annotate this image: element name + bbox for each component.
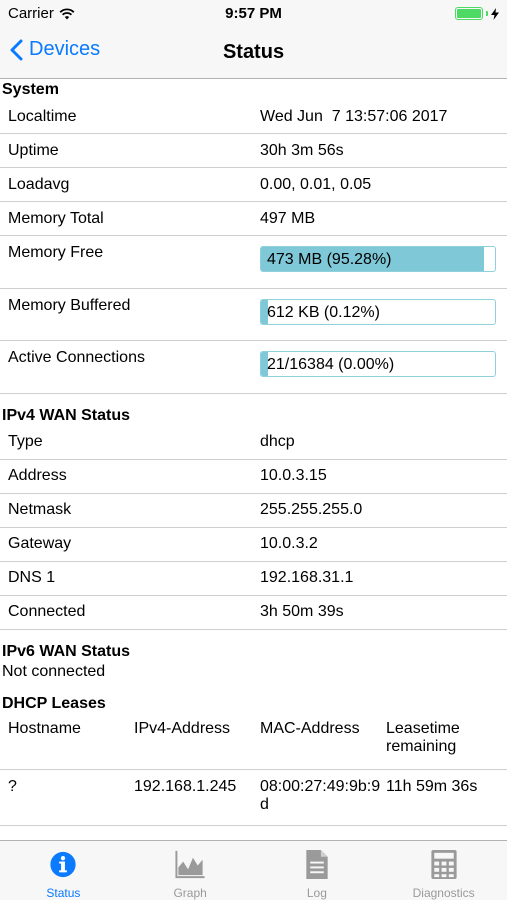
tab-bar: Status Graph Log Diagnostics [0, 840, 507, 900]
ipv4-row: Connected 3h 50m 39s [0, 596, 507, 630]
row-value: 10.0.3.2 [260, 535, 318, 552]
system-row: Loadavg 0.00, 0.01, 0.05 [0, 168, 507, 202]
tab-label: Log [306, 886, 327, 900]
calculator-icon [431, 849, 457, 880]
active-connections-progress: 21/16384 (0.00%) [260, 351, 496, 377]
row-key: Memory Buffered [8, 296, 131, 314]
cell-ipv4: 192.168.1.245 [134, 777, 237, 795]
ipv4-row: Gateway 10.0.3.2 [0, 528, 507, 562]
progress-label: 473 MB (95.28%) [267, 251, 392, 268]
ipv4-row: Netmask 255.255.255.0 [0, 494, 507, 528]
row-key: Memory Total [8, 209, 104, 227]
navigation-bar: Devices Status [0, 28, 507, 79]
row-value: 497 MB [260, 209, 316, 227]
tab-label: Diagnostics [412, 886, 475, 900]
row-key: Address [8, 467, 67, 484]
tab-graph[interactable]: Graph [127, 841, 254, 900]
column-header-mac: MAC-Address [260, 719, 360, 737]
tab-log[interactable]: Log [254, 841, 381, 900]
clock: 9:57 PM [225, 5, 282, 22]
row-value: 3h 50m 39s [260, 603, 344, 620]
memory-free-progress: 473 MB (95.28%) [260, 246, 496, 272]
system-bar-row: Memory Free 473 MB (95.28%) [0, 236, 507, 289]
row-value: 192.168.31.1 [260, 569, 354, 586]
row-value: 10.0.3.15 [260, 467, 327, 484]
status-bar: Carrier 9:57 PM [0, 0, 507, 28]
document-icon [306, 849, 328, 880]
tab-label: Status [46, 886, 81, 900]
system-row: Uptime 30h 3m 56s [0, 134, 507, 168]
row-key: Netmask [8, 501, 72, 518]
dhcp-section-title: DHCP Leases [2, 694, 106, 712]
ipv6-section-title: IPv6 WAN Status [2, 642, 131, 660]
row-key: DNS 1 [8, 569, 56, 586]
row-key: Memory Free [8, 244, 104, 261]
ipv4-row: DNS 1 192.168.31.1 [0, 562, 507, 596]
row-value: 30h 3m 56s [260, 141, 344, 159]
progress-label: 612 KB (0.12%) [267, 303, 380, 321]
ipv6-status: Not connected [2, 662, 106, 680]
ipv4-row: Address 10.0.3.15 [0, 460, 507, 494]
graph-icon [175, 850, 205, 879]
column-header-hostname: Hostname [8, 719, 81, 737]
row-key: Uptime [8, 141, 59, 159]
page-title: Status [222, 41, 285, 63]
row-value: Wed Jun 7 13:57:06 2017 [260, 107, 448, 125]
system-bar-row: Memory Buffered 612 KB (0.12%) [0, 289, 507, 341]
ipv4-section-title: IPv4 WAN Status [2, 406, 131, 424]
row-key: Loadavg [8, 175, 70, 193]
column-header-leasetime: Leasetime remaining [386, 719, 460, 755]
row-key: Active Connections [8, 349, 145, 366]
tab-status[interactable]: Status [0, 841, 127, 900]
row-key: Localtime [8, 107, 77, 125]
row-key: Gateway [8, 535, 72, 552]
cell-mac: 08:00:27:49:9b:9d [260, 777, 381, 813]
system-row: Memory Total 497 MB [0, 202, 507, 236]
row-key: Connected [8, 603, 86, 620]
row-value: 255.255.255.0 [260, 501, 363, 518]
table-row: ? 192.168.1.245 08:00:27:49:9b:9d 11h 59… [0, 770, 507, 826]
system-bar-row: Active Connections 21/16384 (0.00%) [0, 341, 507, 394]
column-header-ipv4: IPv4-Address [134, 719, 231, 737]
progress-label: 21/16384 (0.00%) [267, 356, 395, 373]
row-key: Type [8, 433, 43, 450]
memory-buffered-progress: 612 KB (0.12%) [260, 298, 496, 325]
system-row: Localtime Wed Jun 7 13:57:06 2017 [0, 100, 507, 134]
battery-icon [455, 7, 499, 20]
cell-hostname: ? [8, 777, 17, 795]
row-value: 0.00, 0.01, 0.05 [260, 175, 372, 193]
ipv4-row: Type dhcp [0, 426, 507, 460]
row-value: dhcp [260, 433, 295, 450]
tab-diagnostics[interactable]: Diagnostics [380, 841, 507, 900]
status-content[interactable]: System Localtime Wed Jun 7 13:57:06 2017… [0, 80, 507, 840]
dhcp-table-header: Hostname IPv4-Address MAC-Address Leaset… [0, 714, 507, 770]
charging-bolt-icon [491, 7, 499, 20]
system-section-title: System [2, 81, 59, 98]
info-icon [50, 851, 76, 878]
cell-leasetime: 11h 59m 36s [386, 777, 478, 795]
tab-label: Graph [173, 886, 207, 900]
